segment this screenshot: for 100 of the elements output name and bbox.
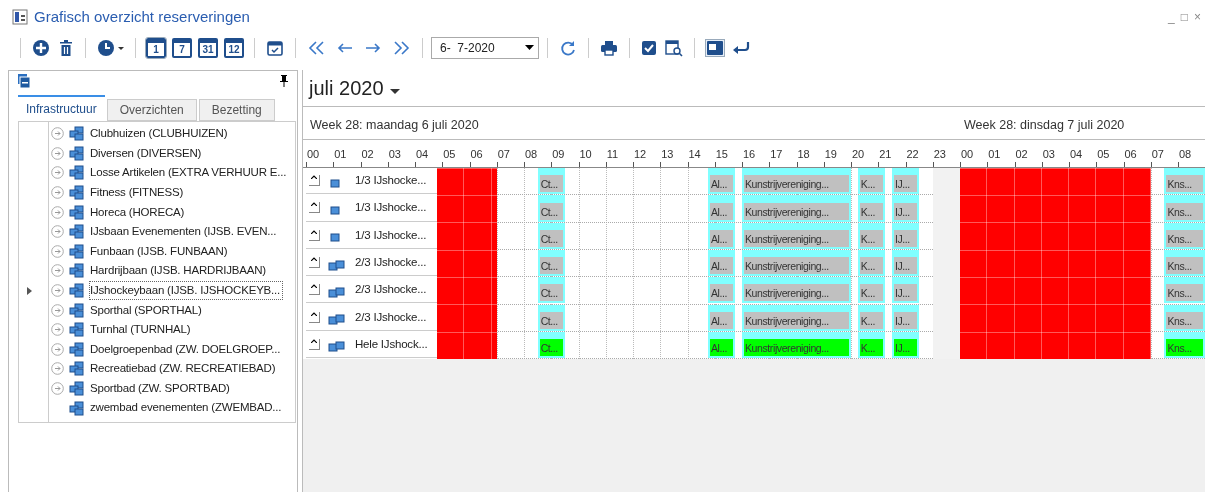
add-icon[interactable] [32,39,50,57]
panel-tab[interactable]: Overzichten [106,99,197,121]
calendar-view-button[interactable]: 31 [198,38,218,58]
tree-item[interactable]: IJsbaan Evenementen (IJSB. EVEN... [90,223,277,241]
date-dropdown[interactable]: 6- 7-2020 [431,37,539,59]
booking-bar[interactable]: K... [857,168,886,195]
calendar-view-button[interactable]: 7 [172,38,192,58]
booking-bar[interactable]: Kunstrijvereniging... [742,249,851,277]
collapse-button[interactable] [309,284,320,296]
tree-item[interactable]: Sportbad (ZW. SPORTBAD) [90,379,230,398]
calendar-check-icon[interactable] [266,39,284,57]
tree-item[interactable]: IJshockeybaan (IJSB. IJSHOCKEYB... [90,281,283,300]
booking-bar[interactable]: Al... [707,249,736,277]
building-blocks-icon [69,165,85,181]
booking-bar[interactable]: IJ... [891,195,920,222]
tree-item[interactable]: Clubhuizen (CLUBHUIZEN) [90,125,228,143]
panel-tab[interactable]: Bezetting [198,99,275,121]
window-control[interactable]: □ [1180,8,1188,26]
booking-bar[interactable]: Ct... [537,222,565,249]
checkbox-icon[interactable] [641,40,657,56]
booking-bar[interactable]: IJ... [891,249,920,277]
booking-bar[interactable]: Ct... [537,277,565,304]
booking-bar[interactable]: Kns... [1164,168,1205,195]
tree-item[interactable]: Doelgroepenbad (ZW. DOELGROEP... [90,340,281,358]
booking-bar[interactable]: K... [857,249,886,277]
booking-bar[interactable]: Ct... [537,304,565,331]
booking-bar[interactable]: K... [857,222,886,249]
booking-bar[interactable]: K... [857,277,886,304]
collapse-button[interactable] [309,257,320,269]
tree-item[interactable]: Diversen (DIVERSEN) [90,144,202,162]
hour-label: 03 [1042,147,1055,162]
booking-bar[interactable]: Al... [707,331,736,359]
booking-bar[interactable]: Ct... [537,168,565,195]
tree-item[interactable]: Turnhal (TURNHAL) [90,321,191,339]
booking-bar[interactable]: Kns... [1164,222,1205,249]
booking-bar[interactable]: Kns... [1164,249,1205,277]
hour-label: 09 [552,147,565,162]
tree-item[interactable]: zwembad evenementen (ZWEMBAD... [90,399,282,417]
tree-item[interactable]: Fitness (FITNESS) [90,183,184,202]
booking-bar[interactable]: K... [857,331,886,359]
booking-bar[interactable]: IJ... [891,168,920,195]
booking-bar[interactable]: K... [857,304,886,331]
window-control[interactable]: × [1194,8,1201,26]
tree-item[interactable]: Horeca (HORECA) [90,203,185,221]
booking-bar[interactable]: Al... [707,168,736,195]
booking-bar[interactable]: IJ... [891,331,920,359]
booking-bar[interactable]: Kunstrijvereniging... [742,222,851,249]
booking-bar[interactable]: Kunstrijvereniging... [742,331,851,359]
booking-bar[interactable]: Al... [707,277,736,304]
booking-bar[interactable]: Kns... [1164,304,1205,331]
delete-icon[interactable] [58,39,74,57]
hour-label: 20 [852,147,865,162]
building-blocks-icon [69,283,85,299]
clock-icon[interactable] [97,39,115,57]
refresh-icon[interactable] [559,39,577,57]
booking-label: Kns... [1166,229,1203,247]
calendar-view-button[interactable]: 1 [146,38,166,58]
window-layout-icon[interactable] [706,40,724,56]
collapse-button[interactable] [309,175,320,187]
hour-label: 07 [497,147,510,162]
double-right-icon[interactable] [391,39,411,57]
booking-bar[interactable]: Al... [707,222,736,249]
booking-label: IJ... [893,202,918,220]
hour-label: 01 [334,147,347,162]
booking-bar[interactable]: Kns... [1164,277,1205,304]
booking-bar[interactable]: Kunstrijvereniging... [742,168,851,195]
booking-label: IJ... [893,311,918,329]
booking-bar[interactable]: Kns... [1164,195,1205,222]
booking-bar[interactable]: Al... [707,195,736,222]
booking-bar[interactable]: IJ... [891,277,920,304]
booking-bar[interactable]: Al... [707,304,736,331]
print-icon[interactable] [600,39,618,57]
tree-item[interactable]: Hardrijbaan (IJSB. HARDRIJBAAN) [90,262,266,280]
booking-bar[interactable]: Kns... [1164,331,1205,359]
booking-bar[interactable]: Ct... [537,195,565,222]
booking-bar[interactable]: Kunstrijvereniging... [742,195,851,222]
booking-bar[interactable]: Kunstrijvereniging... [742,277,851,304]
booking-bar[interactable]: IJ... [891,222,920,249]
tree-item[interactable]: Funbaan (IJSB. FUNBAAN) [90,242,228,260]
window-control[interactable]: _ [1168,8,1175,26]
booking-bar[interactable]: K... [857,195,886,222]
month-selector[interactable]: juli 2020 [309,73,400,103]
calendar-view-button[interactable]: 12 [224,38,244,58]
booking-bar[interactable]: Ct... [537,249,565,277]
booking-bar[interactable]: IJ... [891,304,920,331]
collapse-button[interactable] [309,338,320,350]
tree-item[interactable]: Losse Artikelen (EXTRA VERHUUR E... [90,164,287,182]
booking-bar[interactable]: Kunstrijvereniging... [742,304,851,331]
pin-icon[interactable] [279,75,289,87]
booking-label: Al... [709,339,734,357]
collapse-button[interactable] [309,311,320,323]
tree-item[interactable]: Recreatiebad (ZW. RECREATIEBAD) [90,360,276,378]
tree-item[interactable]: Sporthal (SPORTHAL) [90,301,202,319]
hour-label: 10 [579,147,592,162]
calendar-search-icon[interactable] [665,39,683,57]
collapse-button[interactable] [309,202,320,214]
return-arrow-icon[interactable] [732,40,750,56]
collapse-button[interactable] [309,229,320,241]
double-left-icon[interactable] [307,39,327,57]
booking-bar[interactable]: Ct... [537,331,565,359]
